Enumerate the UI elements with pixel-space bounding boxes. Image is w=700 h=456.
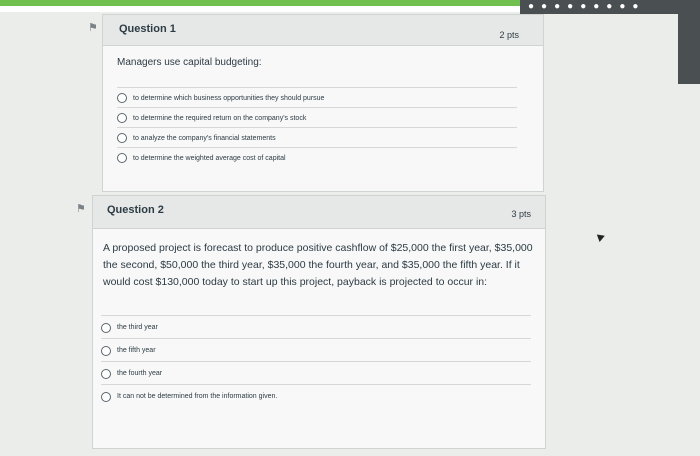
toolbar-icon[interactable]: ● xyxy=(593,0,599,14)
question-1-card: Question 1 2 pts Managers use capital bu… xyxy=(102,14,544,192)
toolbar-icon[interactable]: ● xyxy=(580,0,586,14)
radio-button[interactable] xyxy=(117,113,127,123)
answer-option[interactable]: to determine the weighted average cost o… xyxy=(117,147,517,168)
toolbar-icon[interactable]: ● xyxy=(567,0,573,14)
answer-option[interactable]: It can not be determined from the inform… xyxy=(101,384,531,408)
toolbar-icon[interactable]: ● xyxy=(606,0,612,14)
radio-button[interactable] xyxy=(117,153,127,163)
toolbar-icon[interactable]: ● xyxy=(528,0,534,14)
answer-option[interactable]: the fourth year xyxy=(101,361,531,385)
question-1-points: 2 pts xyxy=(499,30,519,40)
side-panel-tab[interactable] xyxy=(678,14,700,84)
question-2-points: 3 pts xyxy=(511,209,531,219)
answer-option[interactable]: to determine the required return on the … xyxy=(117,107,517,128)
answer-option[interactable]: to determine which business opportunitie… xyxy=(117,87,517,108)
flag-icon[interactable]: ⚑ xyxy=(76,203,88,215)
flag-icon[interactable]: ⚑ xyxy=(88,22,100,34)
question-1-title: Question 1 xyxy=(119,23,176,35)
mouse-cursor-icon xyxy=(596,232,607,242)
answer-option[interactable]: the third year xyxy=(101,315,531,339)
progress-strip xyxy=(0,0,520,6)
answer-option[interactable]: to analyze the company's financial state… xyxy=(117,127,517,148)
toolbar-icon[interactable]: ● xyxy=(632,0,638,14)
radio-button[interactable] xyxy=(101,368,111,379)
question-2-prompt: A proposed project is forecast to produc… xyxy=(103,242,533,288)
radio-button[interactable] xyxy=(117,133,127,143)
toolbar-icons: ● ● ● ● ● ● ● ● ● xyxy=(520,0,700,14)
question-2-card: Question 2 3 pts A proposed project is f… xyxy=(92,195,546,449)
radio-button[interactable] xyxy=(101,345,111,356)
toolbar-icon[interactable]: ● xyxy=(619,0,625,14)
toolbar-icon[interactable]: ● xyxy=(541,0,547,14)
radio-button[interactable] xyxy=(117,93,127,103)
question-1-header: Question 1 2 pts xyxy=(103,15,543,46)
toolbar-icon[interactable]: ● xyxy=(554,0,560,14)
radio-button[interactable] xyxy=(101,322,111,333)
answer-option[interactable]: the fifth year xyxy=(101,338,531,362)
question-2-header: Question 2 3 pts xyxy=(93,196,545,229)
question-1-prompt: Managers use capital budgeting: xyxy=(117,57,262,68)
question-2-title: Question 2 xyxy=(107,204,164,216)
radio-button[interactable] xyxy=(101,391,111,402)
